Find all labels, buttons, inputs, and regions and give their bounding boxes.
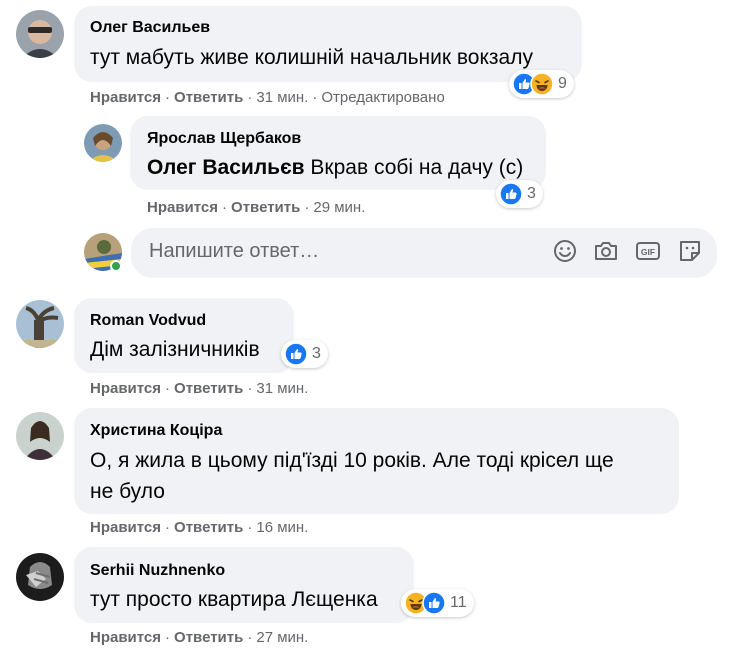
haha-icon: [530, 72, 554, 96]
reaction-count: 3: [527, 185, 536, 202]
comment-actions: Нравится · Ответить · 16 мин.: [90, 519, 309, 536]
avatar[interactable]: [16, 300, 64, 348]
camera-icon[interactable]: [592, 237, 620, 265]
comment-text: Дім залізничників: [90, 338, 260, 361]
comment-text-line: О, я жила в цьому під'їзді 10 років. Але…: [90, 449, 614, 472]
avatar-photo: [16, 553, 64, 601]
emoji-icon[interactable]: [551, 237, 579, 265]
comment-author[interactable]: Serhii Nuzhnenko: [90, 562, 225, 580]
reply-author[interactable]: Ярослав Щербаков: [147, 130, 301, 148]
reaction-summary[interactable]: 3: [281, 340, 328, 368]
like-action[interactable]: Нравится: [90, 89, 161, 106]
comment-author[interactable]: Roman Vodvud: [90, 312, 206, 330]
comment-actions: Нравится · Ответить · 31 мин.: [90, 380, 309, 397]
avatar[interactable]: [16, 10, 64, 58]
reaction-count: 9: [558, 75, 567, 92]
avatar[interactable]: [84, 124, 122, 162]
reply-time[interactable]: 29 мин.: [313, 199, 365, 216]
like-action[interactable]: Нравится: [90, 519, 161, 536]
comment-actions: Нравится · Ответить · 31 мин. · Отредактирован…: [90, 89, 445, 106]
reply-input[interactable]: Напишите ответ… GIF: [131, 228, 717, 278]
online-status-dot: [110, 260, 122, 272]
comment-author[interactable]: Христина Коціра: [90, 422, 222, 440]
reply-text: Олег Васильєв Вкрав собі на дачу (с): [147, 152, 523, 183]
avatar-photo: [84, 124, 122, 162]
reaction-summary[interactable]: 3: [496, 180, 543, 208]
like-icon: [284, 342, 308, 366]
reply-action[interactable]: Ответить: [174, 629, 243, 646]
comment-time[interactable]: 31 мин.: [256, 89, 308, 106]
reply-action[interactable]: Ответить: [174, 519, 243, 536]
comment-text: тут мабуть живе колишній начальник вокза…: [90, 46, 533, 69]
reply-action[interactable]: Ответить: [174, 380, 243, 397]
avatar-photo: [16, 412, 64, 460]
reaction-count: 3: [312, 345, 321, 362]
comment-text-line: не було: [90, 480, 165, 503]
avatar-photo: [16, 10, 64, 58]
comment-text: тут просто квартира Лєщенка: [90, 588, 378, 611]
like-icon: [499, 182, 523, 206]
edited-label: Отредактировано: [321, 89, 445, 106]
gif-icon[interactable]: GIF: [634, 237, 662, 265]
reaction-summary[interactable]: 9: [509, 70, 574, 98]
comment-time[interactable]: 16 мин.: [256, 519, 308, 536]
comment-actions: Нравится · Ответить · 27 мин.: [90, 629, 309, 646]
reply-action[interactable]: Ответить: [174, 89, 243, 106]
reaction-summary[interactable]: 11: [401, 589, 474, 617]
reply-body: Вкрав собі на дачу (с): [304, 156, 524, 179]
like-icon: [422, 591, 446, 615]
reaction-count: 11: [450, 594, 467, 611]
like-action[interactable]: Нравится: [90, 629, 161, 646]
sticker-icon[interactable]: [676, 237, 704, 265]
comment-time[interactable]: 31 мин.: [256, 380, 308, 397]
avatar-photo: [16, 300, 64, 348]
avatar[interactable]: [16, 412, 64, 460]
reply-input-placeholder: Напишите ответ…: [149, 240, 320, 262]
comment-time[interactable]: 27 мин.: [256, 629, 308, 646]
svg-text:GIF: GIF: [641, 247, 655, 257]
comment-text: О, я жила в цьому під'їзді 10 років. Але…: [90, 445, 614, 507]
avatar[interactable]: [16, 553, 64, 601]
reply-action[interactable]: Ответить: [231, 199, 300, 216]
like-action[interactable]: Нравится: [90, 380, 161, 397]
comment-author[interactable]: Олег Васильев: [90, 19, 210, 37]
like-action[interactable]: Нравится: [147, 199, 218, 216]
reply-mention[interactable]: Олег Васильєв: [147, 156, 305, 179]
reply-actions: Нравится · Ответить · 29 мин.: [147, 199, 366, 216]
